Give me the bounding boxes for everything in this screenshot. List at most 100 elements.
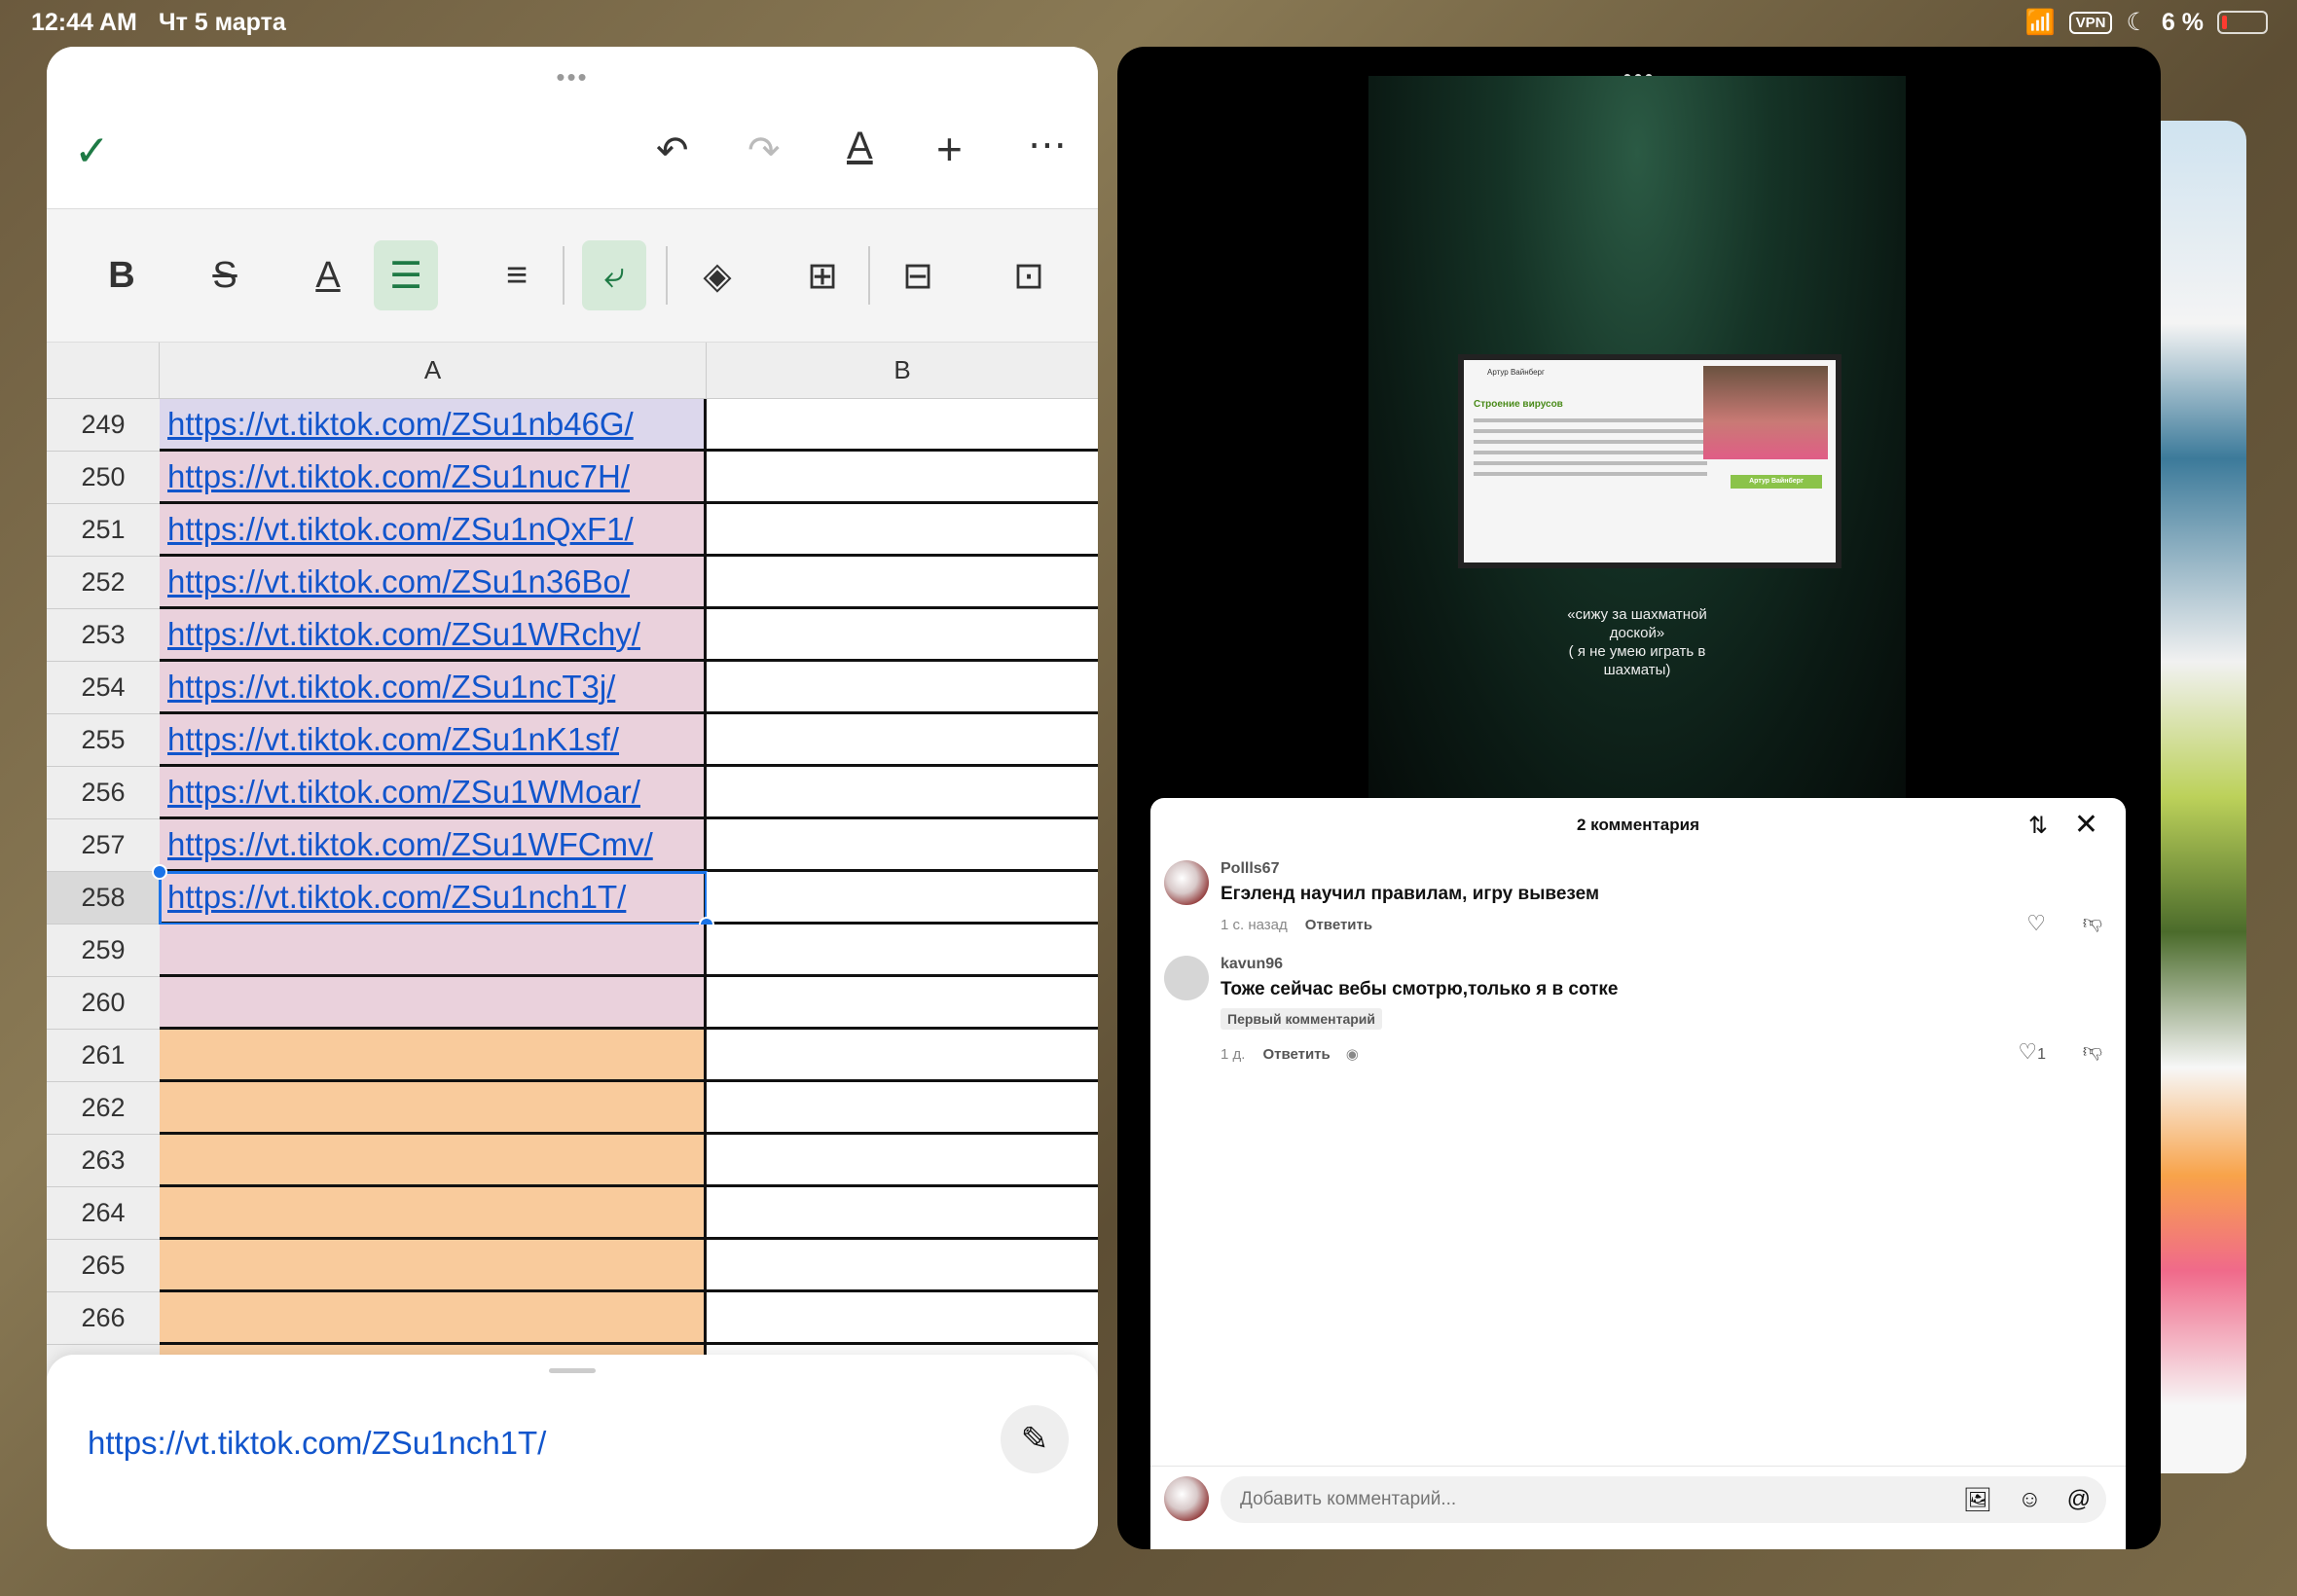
close-icon[interactable]: ✕ (2074, 808, 2098, 842)
cell-a[interactable] (160, 1135, 707, 1187)
cell-a[interactable]: https://vt.tiktok.com/ZSu1WRchy/ (160, 609, 707, 662)
heart-icon[interactable]: ♡1 (2018, 1039, 2046, 1065)
edit-pencil-icon[interactable]: ✎ (1001, 1405, 1069, 1473)
cell-a[interactable]: https://vt.tiktok.com/ZSu1n36Bo/ (160, 557, 707, 609)
done-check-icon[interactable]: ✓ (74, 127, 110, 176)
align-center-icon[interactable]: ≡ (485, 240, 549, 310)
align-left-icon[interactable]: ☰ (374, 240, 438, 310)
cell-link[interactable]: https://vt.tiktok.com/ZSu1nch1T/ (167, 879, 626, 916)
formula-bar-grabber[interactable] (549, 1368, 596, 1373)
cell-b[interactable] (707, 1187, 1098, 1240)
row-number[interactable]: 260 (47, 977, 160, 1030)
row-number[interactable]: 253 (47, 609, 160, 662)
selection-handle[interactable] (152, 864, 167, 880)
cell-b[interactable] (707, 925, 1098, 977)
cell-link[interactable]: https://vt.tiktok.com/ZSu1nQxF1/ (167, 511, 634, 548)
cell-a[interactable]: https://vt.tiktok.com/ZSu1nuc7H/ (160, 452, 707, 504)
cell-b[interactable] (707, 1082, 1098, 1135)
window-grabber-icon[interactable]: ••• (556, 62, 588, 92)
bold-icon[interactable]: B (90, 240, 154, 310)
row-number[interactable]: 266 (47, 1292, 160, 1345)
cell-a[interactable] (160, 1240, 707, 1292)
cell-a[interactable] (160, 1082, 707, 1135)
cell-b[interactable] (707, 714, 1098, 767)
row-number[interactable]: 257 (47, 819, 160, 872)
avatar[interactable] (1164, 956, 1209, 1000)
cell-link[interactable]: https://vt.tiktok.com/ZSu1nuc7H/ (167, 458, 630, 495)
cell-b[interactable] (707, 872, 1098, 925)
redo-icon[interactable]: ↷ (747, 128, 781, 173)
more-icon[interactable]: ⋯ (1028, 123, 1067, 167)
row-number[interactable]: 264 (47, 1187, 160, 1240)
strikethrough-icon[interactable]: S (193, 240, 257, 310)
emoji-icon[interactable]: ☺ (2018, 1486, 2042, 1514)
cell-b[interactable] (707, 767, 1098, 819)
column-header-b[interactable]: B (707, 343, 1098, 399)
mention-icon[interactable]: @ (2067, 1486, 2091, 1514)
comment-username[interactable]: kavun96 (1221, 956, 1283, 973)
insert-row-icon[interactable]: ⊟ (886, 240, 950, 310)
cell-b[interactable] (707, 399, 1098, 452)
sort-icon[interactable]: ⇅ (2028, 812, 2048, 840)
cell-a[interactable] (160, 925, 707, 977)
cell-a[interactable] (160, 977, 707, 1030)
cell-link[interactable]: https://vt.tiktok.com/ZSu1n36Bo/ (167, 563, 630, 600)
row-number[interactable]: 252 (47, 557, 160, 609)
cell-b[interactable] (707, 1135, 1098, 1187)
row-number[interactable]: 263 (47, 1135, 160, 1187)
cell-b[interactable] (707, 819, 1098, 872)
video-player[interactable]: Артур Вайнберг Строение вирусов Артур Ва… (1368, 76, 1906, 845)
undo-icon[interactable]: ↶ (656, 128, 689, 173)
cell-link[interactable]: https://vt.tiktok.com/ZSu1nK1sf/ (167, 721, 619, 758)
cell-b[interactable] (707, 1240, 1098, 1292)
fill-color-icon[interactable]: ◈ (685, 240, 749, 310)
cell-b[interactable] (707, 1030, 1098, 1082)
reply-button[interactable]: Ответить (1262, 1046, 1330, 1063)
dislike-icon[interactable]: 👎︎ (2083, 1039, 2102, 1063)
borders-icon[interactable]: ⊞ (790, 240, 855, 310)
image-icon[interactable]: 🖼︎ (1963, 1486, 1992, 1514)
insert-column-icon[interactable]: ⊡ (997, 240, 1061, 310)
cell-a[interactable]: https://vt.tiktok.com/ZSu1WMoar/ (160, 767, 707, 819)
row-number[interactable]: 249 (47, 399, 160, 452)
corner-header[interactable] (47, 343, 160, 399)
formula-bar-value[interactable]: https://vt.tiktok.com/ZSu1nch1T/ (88, 1425, 546, 1462)
cell-a[interactable]: https://vt.tiktok.com/ZSu1nK1sf/ (160, 714, 707, 767)
cell-a[interactable]: https://vt.tiktok.com/ZSu1ncT3j/ (160, 662, 707, 714)
cell-link[interactable]: https://vt.tiktok.com/ZSu1nb46G/ (167, 406, 634, 443)
cell-a[interactable]: https://vt.tiktok.com/ZSu1WFCmv/ (160, 819, 707, 872)
cell-link[interactable]: https://vt.tiktok.com/ZSu1WMoar/ (167, 774, 640, 811)
cell-b[interactable] (707, 662, 1098, 714)
cell-b[interactable] (707, 452, 1098, 504)
cell-b[interactable] (707, 504, 1098, 557)
cell-a[interactable]: https://vt.tiktok.com/ZSu1nb46G/ (160, 399, 707, 452)
row-number[interactable]: 261 (47, 1030, 160, 1082)
text-color-icon[interactable]: A (296, 240, 360, 310)
cell-b[interactable] (707, 1292, 1098, 1345)
cell-b[interactable] (707, 557, 1098, 609)
comment-username[interactable]: Pollls67 (1221, 860, 1279, 878)
spreadsheet-grid[interactable]: A B 249 https://vt.tiktok.com/ZSu1nb46G/2… (47, 343, 1098, 1401)
background-app-peek[interactable] (2161, 121, 2246, 1473)
cell-b[interactable] (707, 609, 1098, 662)
cell-link[interactable]: https://vt.tiktok.com/ZSu1WFCmv/ (167, 826, 653, 863)
cell-a[interactable]: https://vt.tiktok.com/ZSu1nQxF1/ (160, 504, 707, 557)
heart-icon[interactable]: ♡ (2026, 911, 2046, 936)
cell-a[interactable] (160, 1187, 707, 1240)
column-header-a[interactable]: A (160, 343, 707, 399)
dislike-icon[interactable]: 👎︎ (2083, 911, 2102, 934)
add-icon[interactable]: + (936, 123, 963, 175)
cell-link[interactable]: https://vt.tiktok.com/ZSu1ncT3j/ (167, 669, 615, 706)
row-number[interactable]: 251 (47, 504, 160, 557)
cell-link[interactable]: https://vt.tiktok.com/ZSu1WRchy/ (167, 616, 640, 653)
row-number[interactable]: 259 (47, 925, 160, 977)
cell-b[interactable] (707, 977, 1098, 1030)
row-number[interactable]: 262 (47, 1082, 160, 1135)
wrap-text-icon[interactable]: ⤶ (582, 240, 646, 310)
row-number[interactable]: 250 (47, 452, 160, 504)
row-number[interactable]: 254 (47, 662, 160, 714)
row-number[interactable]: 256 (47, 767, 160, 819)
cell-a[interactable]: https://vt.tiktok.com/ZSu1nch1T/ (159, 871, 708, 925)
row-number[interactable]: 265 (47, 1240, 160, 1292)
row-number[interactable]: 258 (47, 872, 160, 925)
